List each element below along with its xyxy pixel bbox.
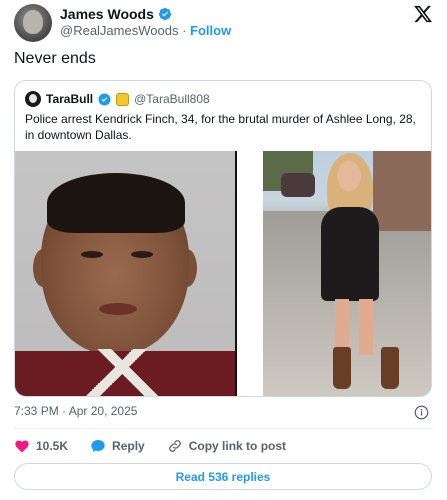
tweet-timestamp[interactable]: 7:33 PM · Apr 20, 2025: [14, 404, 137, 418]
verified-badge-icon: [98, 93, 111, 105]
photo-detail: [321, 207, 379, 301]
handle-separator: ·: [182, 23, 187, 38]
quoted-tweet[interactable]: TaraBull @TaraBull808 Police arrest Kend…: [14, 80, 432, 397]
author-handle-row: @RealJamesWoods · Follow: [60, 23, 231, 38]
quote-author-name: TaraBull: [46, 92, 94, 106]
photo-detail: [281, 173, 315, 197]
reply-button[interactable]: Reply: [90, 438, 145, 454]
divider: [14, 428, 433, 429]
link-icon: [168, 440, 181, 452]
tweet-card: James Woods @RealJamesWoods · Follow Nev…: [0, 0, 447, 500]
mugshot-photo[interactable]: [15, 151, 237, 396]
author-avatar[interactable]: [14, 4, 52, 42]
victim-photo[interactable]: [263, 151, 431, 396]
author-name-row: James Woods: [60, 6, 172, 22]
follow-button[interactable]: Follow: [190, 23, 231, 38]
photo-detail: [99, 303, 137, 315]
photo-detail: [337, 161, 361, 191]
action-bar: 10.5K Reply Copy link to post: [14, 438, 308, 454]
like-count: 10.5K: [36, 439, 69, 453]
author-name[interactable]: James Woods: [60, 6, 154, 22]
read-replies-button[interactable]: Read 536 replies: [14, 463, 432, 490]
photo-detail: [131, 251, 153, 258]
photo-detail: [373, 151, 431, 231]
like-button[interactable]: 10.5K: [14, 438, 68, 454]
meta-separator: ·: [62, 404, 67, 418]
tweet-date: Apr 20, 2025: [68, 404, 138, 418]
photo-detail: [47, 173, 185, 233]
photo-detail: [77, 349, 167, 396]
photo-detail: [81, 251, 103, 258]
verified-badge-icon: [158, 7, 172, 21]
tweet-time: 7:33 PM: [14, 404, 59, 418]
photo-detail: [333, 347, 351, 389]
copy-link-button[interactable]: Copy link to post: [167, 438, 286, 454]
quote-author-handle: @TaraBull808: [134, 92, 210, 106]
copy-link-label: Copy link to post: [188, 439, 287, 453]
quote-header: TaraBull @TaraBull808: [25, 91, 210, 107]
reply-label: Reply: [112, 439, 145, 453]
affiliate-badge-icon: [116, 92, 130, 106]
x-logo-icon[interactable]: [413, 4, 433, 24]
reply-bubble-icon: [91, 440, 105, 452]
quote-author-avatar: [25, 91, 41, 107]
quote-text: Police arrest Kendrick Finch, 34, for th…: [25, 112, 416, 142]
info-icon[interactable]: [414, 405, 429, 420]
author-handle[interactable]: @RealJamesWoods: [60, 23, 178, 38]
heart-icon: [15, 440, 29, 453]
photo-detail: [359, 299, 373, 355]
photo-detail: [381, 347, 399, 389]
tweet-header: James Woods @RealJamesWoods · Follow: [14, 4, 435, 46]
tweet-text: Never ends: [14, 50, 96, 67]
